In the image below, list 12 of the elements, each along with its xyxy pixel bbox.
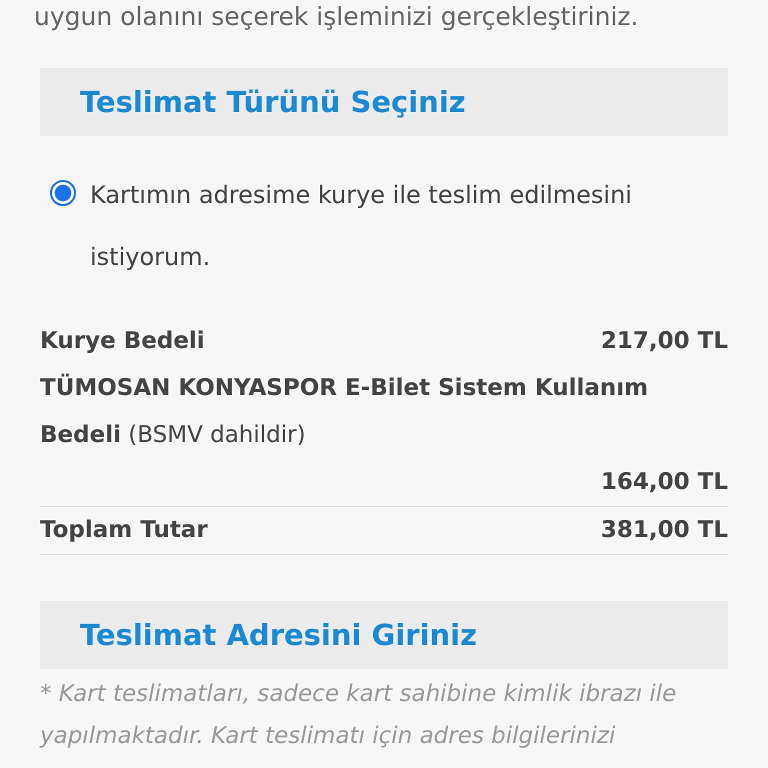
delivery-note: * Kart teslimatları, sadece kart sahibine kimlik ibrazı ile yapılmaktadır. Kart teslimatı için adres bilgilerinizi: [40, 680, 678, 751]
fee-label: TÜMOSAN KONYASPOR E-Bilet Sistem Kullanım Bedeli (BSMV dahildir): [40, 372, 650, 450]
fee-label: Kurye Bedeli: [40, 327, 205, 356]
radio-button[interactable]: [50, 180, 76, 206]
fee-amount: 217,00 TL: [600, 327, 728, 356]
total-label: Toplam Tutar: [40, 516, 208, 545]
fee-amount: 164,00 TL: [600, 468, 728, 497]
section-title: Teslimat Adresini Giriniz: [80, 618, 477, 652]
section-title: Teslimat Türünü Seçiniz: [80, 85, 466, 119]
total-amount: 381,00 TL: [600, 516, 728, 545]
instruction-text: uygun olanını seçerek işleminizi gerçekleştiriniz.: [34, 1, 640, 33]
option-label: Kartımın adresime kurye ile teslim edilmesini istiyorum.: [90, 180, 633, 273]
